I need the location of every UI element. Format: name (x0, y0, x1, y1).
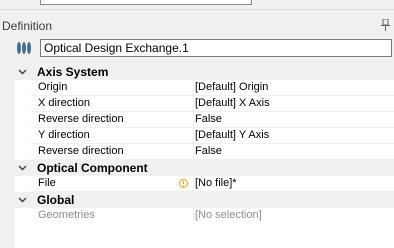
chevron-down-icon[interactable] (18, 163, 27, 172)
chevron-down-icon[interactable] (18, 67, 27, 76)
grid-margin (0, 64, 15, 248)
property-row-origin[interactable]: Origin [Default] Origin (15, 80, 394, 96)
property-value[interactable]: [Default] Origin (195, 81, 268, 93)
property-value[interactable]: [No file]* (195, 177, 237, 189)
property-name: Y direction (38, 129, 90, 141)
optical-part-icon (17, 42, 31, 54)
property-row-x-direction[interactable]: X direction [Default] X Axis (15, 96, 394, 112)
property-value[interactable]: [Default] X Axis (195, 97, 270, 109)
property-row-file[interactable]: File [No file]* (15, 176, 394, 192)
pin-icon[interactable] (381, 19, 390, 31)
property-name: X direction (38, 97, 90, 109)
chevron-down-icon[interactable] (18, 195, 27, 204)
section-title: Axis System (37, 65, 109, 79)
property-row-reverse-direction[interactable]: Reverse direction False (15, 112, 394, 128)
property-name: Geometries (38, 209, 95, 221)
property-value[interactable]: False (195, 145, 222, 157)
section-title: Global (37, 193, 75, 207)
property-value[interactable]: [Default] Y Axis (195, 129, 269, 141)
property-row-reverse-direction[interactable]: Reverse direction False (15, 144, 394, 160)
section-axis-system[interactable]: Axis System (15, 64, 394, 80)
section-title: Optical Component (37, 161, 148, 175)
definition-title: Definition (2, 19, 53, 33)
section-optical-component[interactable]: Optical Component (15, 160, 394, 176)
separator (0, 9, 394, 10)
property-name: Origin (38, 81, 68, 93)
property-row-y-direction[interactable]: Y direction [Default] Y Axis (15, 128, 394, 144)
name-input[interactable]: Optical Design Exchange.1 (40, 39, 392, 57)
property-value[interactable]: False (195, 113, 222, 125)
definition-header: Definition (0, 14, 394, 34)
property-value[interactable]: [No selection] (195, 209, 262, 221)
property-name: File (38, 177, 56, 189)
warning-icon (179, 179, 188, 188)
property-name: Reverse direction (38, 145, 124, 157)
section-global[interactable]: Global (15, 192, 394, 208)
name-row: Optical Design Exchange.1 (0, 36, 394, 60)
top-area (0, 0, 394, 12)
top-list-box[interactable] (40, 0, 252, 5)
property-row-geometries[interactable]: Geometries [No selection] (15, 208, 394, 224)
property-name: Reverse direction (38, 113, 124, 125)
property-grid: Axis System Origin [Default] Origin X di… (15, 64, 394, 248)
